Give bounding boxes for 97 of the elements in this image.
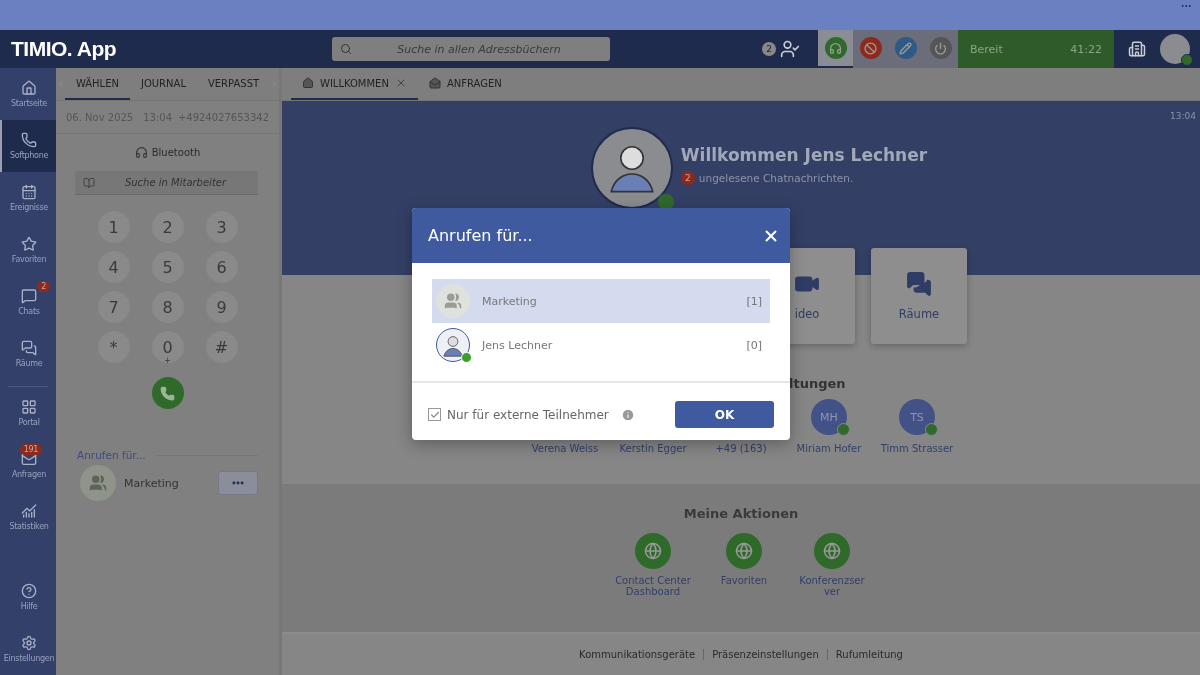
chat-bubbles-icon <box>21 340 37 356</box>
action-link[interactable]: Konferenzserver <box>797 533 867 597</box>
status-timer: 41:22 <box>1070 42 1102 56</box>
user-check-icon[interactable] <box>780 39 800 59</box>
search-field[interactable]: Suche in Mitarbeiter <box>75 171 258 195</box>
envelope-icon <box>428 77 441 89</box>
group-icon <box>444 292 462 310</box>
tab[interactable]: ANFRAGEN <box>417 68 513 100</box>
search-icon <box>340 43 352 55</box>
device-label: Bluetooth <box>151 147 201 158</box>
nav-item[interactable]: Anfragen 191 <box>8 439 48 491</box>
headset-icon <box>829 41 842 55</box>
tab[interactable]: VERPASST <box>196 68 271 100</box>
nav-item[interactable]: Hilfe <box>0 571 56 623</box>
count-badge: 2 <box>680 171 695 185</box>
contact-name: +49 (163) <box>715 443 767 454</box>
settings-icon <box>21 635 37 651</box>
nav-item[interactable]: Portal <box>8 387 48 439</box>
keypad-key[interactable]: 6 <box>205 251 238 283</box>
contact-name: Timm Strasser <box>880 443 954 454</box>
call-button[interactable] <box>151 377 184 409</box>
more-button[interactable] <box>218 471 258 495</box>
group-name: Marketing <box>124 476 179 490</box>
nav-item[interactable]: Softphone <box>0 120 56 172</box>
user-avatar[interactable] <box>1160 34 1190 64</box>
dialog-title: Anrufen für... <box>428 226 533 245</box>
chart-icon <box>21 503 37 519</box>
chat-bubbles-icon <box>906 271 932 297</box>
keypad-key[interactable]: 5 <box>151 251 184 283</box>
status-label: Bereit <box>970 42 1003 56</box>
list-item[interactable]: Marketing [1] <box>432 279 770 323</box>
group-icon <box>89 474 107 492</box>
phone-icon <box>21 132 37 148</box>
keypad-key[interactable]: 3 <box>205 211 238 243</box>
headphones-icon <box>134 146 148 159</box>
home-icon <box>302 77 314 89</box>
unread-text: ungelesene Chatnachrichten. <box>698 172 854 184</box>
info-icon[interactable] <box>620 407 635 422</box>
nav-item[interactable]: Einstellungen <box>0 623 56 675</box>
keypad-key[interactable]: 1 <box>97 211 130 243</box>
keypad-key[interactable]: 4 <box>97 251 130 283</box>
checkbox[interactable] <box>428 408 441 421</box>
building-icon[interactable] <box>1128 40 1146 58</box>
section-label: Anrufen für... <box>77 449 258 461</box>
phone-icon <box>160 385 175 401</box>
search-field[interactable]: Suche in allen Adressbüchern <box>332 37 610 61</box>
count-badge: 191 <box>19 444 42 455</box>
count-badge: 2 <box>37 281 50 292</box>
app-logo: TIMIO. App <box>10 37 118 61</box>
section-heading: Meine Aktionen <box>683 506 799 521</box>
contact-avatar[interactable]: MH <box>811 399 847 435</box>
footer-link[interactable]: Kommunikationsgeräte <box>571 649 704 660</box>
contact-name: Verena Weiss <box>531 443 599 454</box>
welcome-title: Willkommen Jens Lechner <box>680 145 928 165</box>
count-badge: 2 <box>762 42 776 56</box>
keypad-key[interactable]: # <box>205 331 238 363</box>
footer-link[interactable]: Rufumleitung <box>826 649 911 660</box>
nav-item[interactable]: Chats 2 <box>0 276 56 328</box>
globe-icon <box>635 533 671 569</box>
nav-item[interactable]: Statistiken <box>8 491 48 543</box>
nav-item[interactable]: Favoriten <box>0 224 56 276</box>
tab[interactable]: WÄHLEN <box>64 68 130 100</box>
keypad-key[interactable]: 8 <box>151 291 184 323</box>
contact-name: Kerstin Egger <box>619 443 687 454</box>
grid-icon <box>21 399 37 415</box>
keypad-key[interactable]: * <box>97 331 130 363</box>
chat-icon <box>21 288 37 304</box>
status-dot <box>461 352 472 363</box>
home-icon <box>21 80 37 96</box>
action-link[interactable]: Contact Center Dashboard <box>615 533 691 597</box>
keypad-key[interactable]: 0 + <box>151 331 184 363</box>
power-icon <box>934 41 947 55</box>
clock-time: 13:04 <box>1169 110 1197 121</box>
pencil-icon <box>899 41 912 55</box>
block-icon <box>864 41 877 55</box>
keypad-key[interactable]: 2 <box>151 211 184 243</box>
action-link[interactable]: Favoriten <box>709 533 779 586</box>
tab[interactable]: JOURNAL <box>129 68 197 100</box>
ok-button[interactable]: OK <box>675 401 774 428</box>
book-icon <box>83 177 95 189</box>
checkbox-label: Nur für externe Teilnehmer <box>447 407 609 422</box>
headset-button[interactable] <box>818 30 853 68</box>
nav-item[interactable]: Ereignisse <box>0 172 56 224</box>
footer-link[interactable]: Präsenzeinstellungen <box>703 649 827 660</box>
help-icon <box>21 583 37 599</box>
action-tile[interactable]: Räume <box>871 248 967 344</box>
star-icon <box>21 236 37 252</box>
globe-icon <box>726 533 762 569</box>
keypad-key[interactable]: 9 <box>205 291 238 323</box>
nav-item[interactable]: Räume <box>0 328 56 380</box>
keypad-key[interactable]: 7 <box>97 291 130 323</box>
calendar-icon <box>21 184 37 200</box>
globe-icon <box>814 533 850 569</box>
contact-avatar[interactable]: TS <box>899 399 935 435</box>
nav-item[interactable]: Startseite <box>0 68 56 120</box>
contact-name: Miriam Hofer <box>796 443 862 454</box>
section-heading: ltungen <box>788 376 847 391</box>
